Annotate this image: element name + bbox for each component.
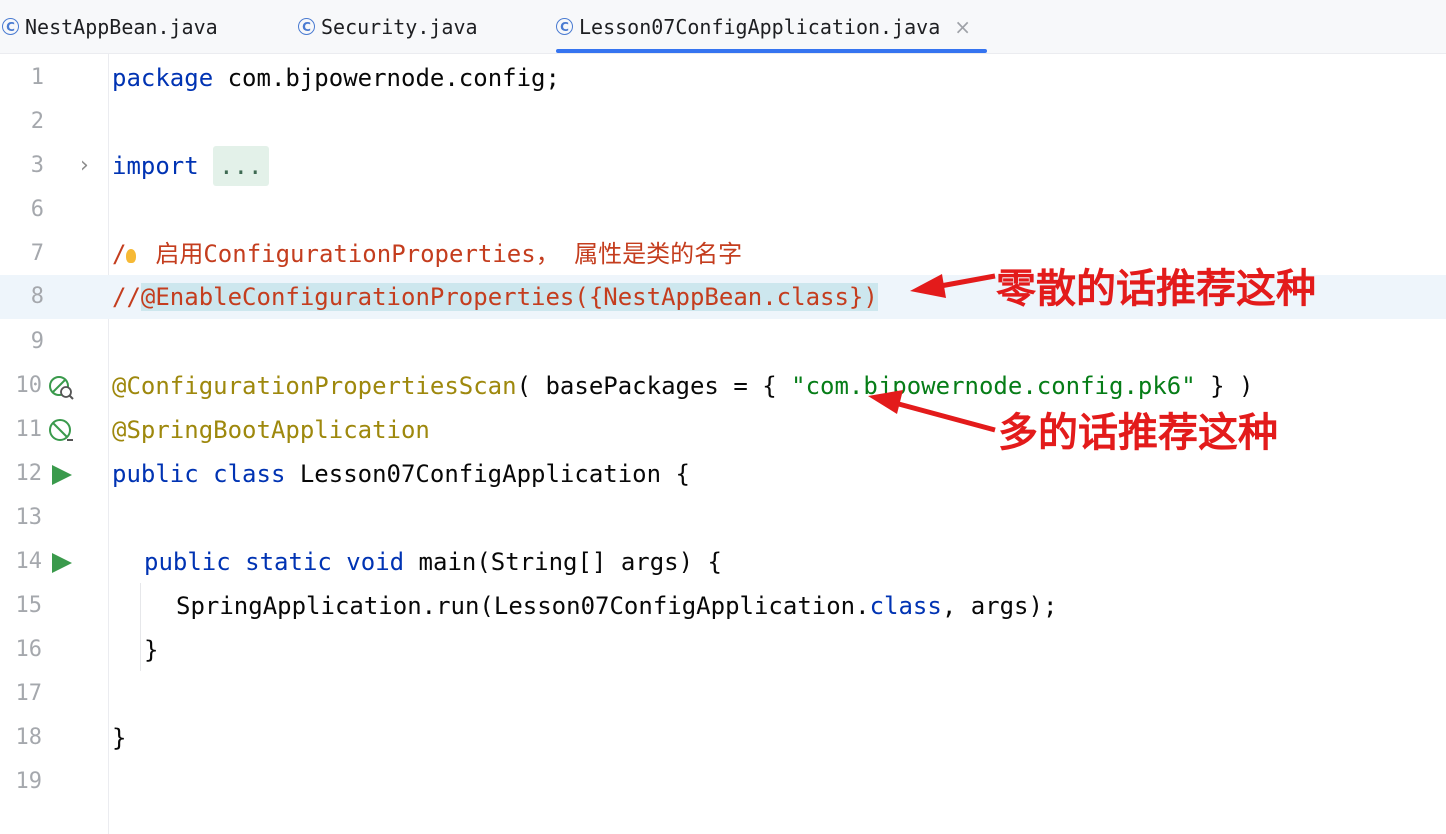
line-number: 1 — [30, 65, 44, 90]
line-number: 15 — [15, 593, 43, 618]
tab-security[interactable]: C Security.java — [298, 0, 478, 53]
line-number: 7 — [30, 241, 44, 266]
tab-label: Security.java — [321, 14, 478, 39]
line-number: 12 — [15, 461, 43, 486]
code-line-6: 6 — [0, 188, 1446, 232]
editor-tab-bar: C NestAppBean.java C Security.java C Les… — [0, 0, 1446, 54]
line-number: 10 — [15, 373, 43, 398]
line-number: 2 — [30, 109, 44, 134]
code-text[interactable]: public static void main(String[] args) { — [144, 540, 722, 584]
line-number: 9 — [30, 329, 44, 354]
code-text[interactable]: public class Lesson07ConfigApplication { — [112, 452, 690, 496]
tab-lesson07configapplication[interactable]: C Lesson07ConfigApplication.java × — [556, 0, 987, 53]
code-line-12: 12 public class Lesson07ConfigApplicatio… — [0, 452, 1446, 496]
line-number: 17 — [15, 681, 43, 706]
code-text[interactable]: import ... — [112, 144, 269, 188]
lightbulb-icon[interactable] — [126, 249, 136, 263]
annotation-note-2: 多的话推荐这种 — [998, 410, 1278, 456]
run-icon[interactable] — [52, 553, 72, 573]
run-icon[interactable] — [52, 465, 72, 485]
tab-label: NestAppBean.java — [25, 14, 218, 39]
code-line-9: 9 — [0, 320, 1446, 364]
code-line-14: 14 public static void main(String[] args… — [0, 540, 1446, 584]
line-number: 14 — [15, 549, 43, 574]
active-tab-indicator — [556, 49, 987, 53]
line-number: 3 — [30, 153, 44, 178]
code-line-19: 19 — [0, 760, 1446, 804]
spring-class-icon: C — [556, 18, 573, 35]
line-number: 11 — [15, 417, 43, 442]
line-number: 18 — [15, 725, 43, 750]
code-line-17: 17 — [0, 672, 1446, 716]
config-scan-icon[interactable] — [48, 374, 74, 400]
code-line-1: 1 package com.bjpowernode.config; — [0, 56, 1446, 100]
tab-label: Lesson07ConfigApplication.java — [579, 14, 941, 39]
line-number: 8 — [30, 284, 44, 309]
annotation-note-1: 零散的话推荐这种 — [996, 266, 1316, 312]
class-icon: C — [2, 18, 19, 35]
comment-text[interactable]: //@EnableConfigurationProperties({NestAp… — [112, 275, 878, 319]
spring-bean-icon[interactable] — [48, 418, 74, 444]
comment-text[interactable]: / 启用ConfigurationProperties， 属性是类的名字 — [112, 232, 742, 276]
folded-imports[interactable]: ... — [213, 146, 269, 186]
code-text[interactable]: SpringApplication.run(Lesson07ConfigAppl… — [176, 584, 1057, 628]
line-number: 19 — [15, 769, 43, 794]
line-number: 13 — [15, 505, 43, 530]
code-line-3: 3 › import ... — [0, 144, 1446, 188]
tab-nestappbean[interactable]: C NestAppBean.java — [2, 0, 218, 53]
class-icon: C — [298, 18, 315, 35]
close-tab-icon[interactable]: × — [954, 15, 971, 39]
code-text[interactable]: package com.bjpowernode.config; — [112, 56, 560, 100]
code-text[interactable]: } — [144, 628, 158, 672]
code-line-18: 18 } — [0, 716, 1446, 760]
code-line-16: 16 } — [0, 628, 1446, 672]
code-text[interactable]: } — [112, 716, 126, 760]
code-line-2: 2 — [0, 100, 1446, 144]
line-number: 6 — [30, 197, 44, 222]
code-line-15: 15 SpringApplication.run(Lesson07ConfigA… — [0, 584, 1446, 628]
code-line-13: 13 — [0, 496, 1446, 540]
selected-text: @EnableConfigurationProperties({NestAppB… — [140, 283, 878, 311]
code-text[interactable]: @SpringBootApplication — [112, 408, 430, 452]
fold-chevron-icon[interactable]: › — [80, 144, 89, 188]
line-number: 16 — [15, 637, 43, 662]
